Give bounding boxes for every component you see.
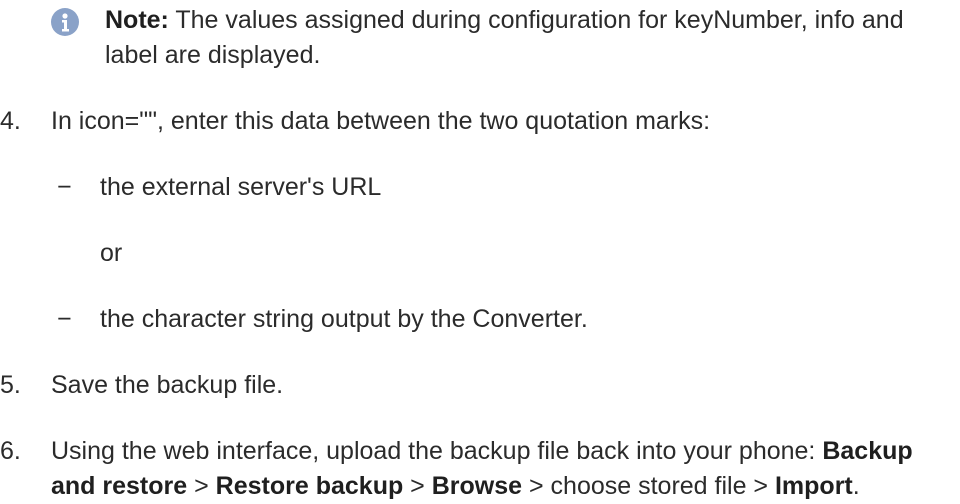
step-4-text: In icon="", enter this data between the … (51, 107, 711, 135)
note-body: The values assigned during configuration… (105, 6, 904, 69)
step-5-number: 5. (0, 371, 21, 399)
step-6-number: 6. (0, 437, 21, 465)
or-text: or (100, 239, 123, 267)
list-dash: − (57, 173, 72, 201)
note-label: Note: (105, 6, 169, 34)
path-import: Import (774, 472, 853, 500)
step-5-text: Save the backup file. (51, 371, 284, 399)
note-text: Note: The values assigned during configu… (105, 3, 951, 73)
info-icon (51, 8, 79, 36)
path-end: . (852, 472, 860, 500)
step-6-intro: Using the web interface, upload the back… (51, 437, 816, 465)
note: Note: The values assigned during configu… (51, 3, 951, 73)
path-choose-file: > choose stored file > (522, 472, 775, 500)
path-separator: > (403, 472, 432, 500)
list-dash: − (57, 305, 72, 333)
step-6-text: Using the web interface, upload the back… (51, 434, 951, 504)
path-separator: > (187, 472, 216, 500)
path-restore-backup: Restore backup (215, 472, 404, 500)
path-browse: Browse (431, 472, 523, 500)
step-4-number: 4. (0, 107, 21, 135)
option-server-url: the external server's URL (100, 173, 382, 201)
option-converter-string: the character string output by the Conve… (100, 305, 588, 333)
